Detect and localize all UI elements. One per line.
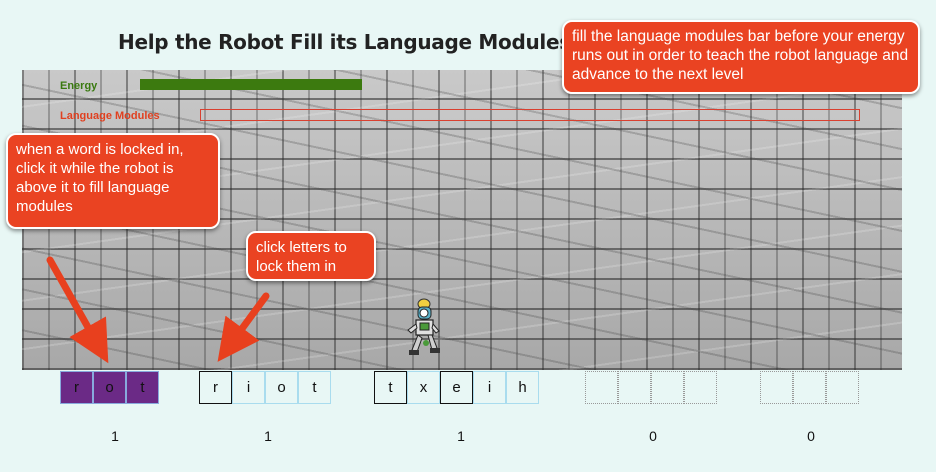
letter-tile[interactable]: o — [93, 371, 126, 404]
letter-tile[interactable]: r — [60, 371, 93, 404]
word-2[interactable]: riot — [199, 371, 331, 404]
arrow-to-first-word — [46, 256, 109, 364]
word-score: 1 — [264, 428, 272, 444]
word-5[interactable] — [760, 371, 859, 404]
letter-tile[interactable] — [618, 371, 651, 404]
letter-tile[interactable]: r — [199, 371, 232, 404]
callout-goal: fill the language modules bar before you… — [562, 20, 920, 94]
callout-word-click: when a word is locked in, click it while… — [6, 133, 220, 229]
word-score: 1 — [457, 428, 465, 444]
letter-tile[interactable]: i — [473, 371, 506, 404]
letter-tile[interactable] — [793, 371, 826, 404]
letter-tile[interactable]: t — [126, 371, 159, 404]
word-4[interactable] — [585, 371, 717, 404]
letter-tile[interactable] — [826, 371, 859, 404]
letter-tile[interactable]: i — [232, 371, 265, 404]
callout-letter-click: click letters to lock them in — [246, 231, 376, 281]
letter-tile[interactable] — [585, 371, 618, 404]
letter-tile[interactable] — [684, 371, 717, 404]
word-1[interactable]: rot — [60, 371, 159, 404]
word-score: 0 — [807, 428, 815, 444]
word-score: 0 — [649, 428, 657, 444]
word-3[interactable]: txeih — [374, 371, 539, 404]
letter-tile[interactable]: o — [265, 371, 298, 404]
letter-tile[interactable]: e — [440, 371, 473, 404]
word-score: 1 — [111, 428, 119, 444]
letter-tile[interactable]: h — [506, 371, 539, 404]
letter-tile[interactable]: t — [298, 371, 331, 404]
arrow-to-letter — [217, 292, 270, 362]
letter-tile[interactable]: x — [407, 371, 440, 404]
letter-tile[interactable] — [651, 371, 684, 404]
letter-tile[interactable] — [760, 371, 793, 404]
letter-tile[interactable]: t — [374, 371, 407, 404]
